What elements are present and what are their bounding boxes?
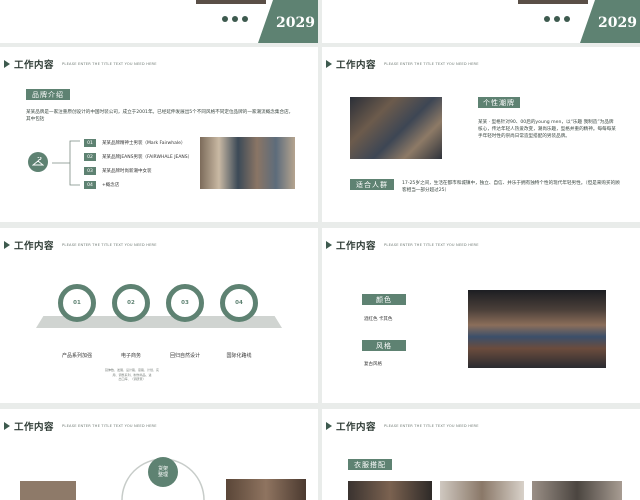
slide-title: 工作内容 (336, 241, 377, 252)
step-label: 产品系列加强 (61, 353, 92, 359)
shop-interior-photo (468, 290, 606, 368)
slide-thumb-top-left[interactable]: 2029 (0, 0, 318, 43)
step-note: 延伸数、发展、设计路、思路、计划、实 用、调整系列、制作商品、进 出口库、（调研… (104, 368, 159, 381)
target-audience-tag: 适合人群 (350, 179, 394, 190)
dots-decoration (544, 16, 570, 22)
color-value: 酒红色 卡其色 (364, 317, 393, 322)
slide-header: 工作内容 PLEASE ENTER THE TITLE TEXT YOU NEE… (326, 238, 479, 252)
slide-header: 工作内容 PLEASE ENTER THE TITLE TEXT YOU NEE… (326, 419, 479, 433)
slide-header: 工作内容 PLEASE ENTER THE TITLE TEXT YOU NEE… (4, 419, 157, 433)
slide-title: 工作内容 (336, 422, 377, 433)
outfits-tag: 衣服搭配 (348, 459, 392, 470)
step-label: 回归自然设计 (169, 353, 200, 359)
slide-thumb-color-style[interactable]: 工作内容 PLEASE ENTER THE TITLE TEXT YOU NEE… (322, 228, 640, 403)
photo-strip (196, 0, 266, 4)
brand-intro-tag: 品牌介绍 (26, 89, 70, 100)
store-photo (200, 137, 295, 189)
target-audience-paragraph: 17-25岁之间，生活在都市和城镇中，独立、自信、并乐于拥有独特个性的现代年轻男… (402, 181, 620, 194)
slide-thumb-brand-intro[interactable]: 工作内容 PLEASE ENTER THE TITLE TEXT YOU NEE… (0, 47, 318, 222)
slide-title: 工作内容 (14, 241, 55, 252)
step-circle: 04 (220, 284, 258, 322)
bracket-connector (52, 140, 80, 186)
color-tag: 颜色 (362, 294, 406, 305)
step-label: 国际化路线 (226, 353, 252, 359)
slide-subtitle: PLEASE ENTER THE TITLE TEXT YOU NEED HER… (384, 243, 479, 247)
slide-thumbnail-grid: 2029 2029 工作内容 PLEASE ENTER THE TITLE TE… (0, 0, 640, 500)
trendy-brand-paragraph: 某某 · 型格针对90、00后的young men，以“乐趣 我制造”为品牌核心… (478, 120, 616, 140)
step-circle: 01 (58, 284, 96, 322)
slide-subtitle: PLEASE ENTER THE TITLE TEXT YOU NEED HER… (384, 424, 479, 428)
slide-subtitle: PLEASE ENTER THE TITLE TEXT YOU NEED HER… (62, 62, 157, 66)
step-circle: 02 (112, 284, 150, 322)
photo-strip (518, 0, 588, 4)
brand-item: 某某品牌时尚新潮中女装 (102, 169, 152, 174)
slide-thumb-outfits[interactable]: 工作内容 PLEASE ENTER THE TITLE TEXT YOU NEE… (322, 409, 640, 500)
slide-subtitle: PLEASE ENTER THE TITLE TEXT YOU NEED HER… (62, 243, 157, 247)
item-number: 01 (84, 139, 96, 147)
slide-header: 工作内容 PLEASE ENTER THE TITLE TEXT YOU NEE… (4, 238, 157, 252)
item-number: 04 (84, 181, 96, 189)
slide-title: 工作内容 (336, 60, 377, 71)
shelf-photo-left (20, 481, 76, 500)
step-label: 电子商务 (120, 353, 141, 359)
triangle-icon (326, 422, 332, 430)
slide-subtitle: PLEASE ENTER THE TITLE TEXT YOU NEED HER… (62, 424, 157, 428)
dots-decoration (222, 16, 248, 22)
brand-item: 某某品牌精神士男装（Mark Fairwhale） (102, 141, 186, 146)
brand-item: +概念店 (102, 183, 120, 188)
slide-thumb-top-right[interactable]: 2029 (322, 0, 640, 43)
triangle-icon (4, 60, 10, 68)
slide-thumb-directions[interactable]: 工作内容 PLEASE ENTER THE TITLE TEXT YOU NEE… (0, 228, 318, 403)
style-value: 复古风格 (364, 362, 382, 367)
slide-header: 工作内容 PLEASE ENTER THE TITLE TEXT YOU NEE… (326, 57, 479, 71)
slide-header: 工作内容 PLEASE ENTER THE TITLE TEXT YOU NEE… (4, 57, 157, 71)
shelf-badge: 货架 整理 (148, 457, 178, 487)
triangle-icon (4, 241, 10, 249)
slide-thumb-shelf[interactable]: 工作内容 PLEASE ENTER THE TITLE TEXT YOU NEE… (0, 409, 318, 500)
slide-thumb-trendy-brand[interactable]: 工作内容 PLEASE ENTER THE TITLE TEXT YOU NEE… (322, 47, 640, 222)
triangle-icon (326, 241, 332, 249)
triangle-icon (326, 60, 332, 68)
step-circle: 03 (166, 284, 204, 322)
item-number: 03 (84, 167, 96, 175)
brand-intro-paragraph: 某某品牌是一家注重原创设计的中国时装公司，成立于2001年。已经延伸发展出5个不… (26, 110, 294, 123)
item-number: 02 (84, 153, 96, 161)
trendy-brand-tag: 个性潮牌 (478, 97, 520, 108)
year-text: 2029 (276, 15, 315, 31)
shelf-photo-right (226, 479, 306, 500)
hanger-icon (28, 152, 48, 172)
storefront-photo (350, 97, 442, 159)
outfit-photo-1 (348, 481, 432, 500)
brand-item: 某某品牌JEANS男装（FAIRWHALE JEANS） (102, 155, 193, 160)
triangle-icon (4, 422, 10, 430)
slide-title: 工作内容 (14, 60, 55, 71)
outfit-photo-3 (532, 481, 622, 500)
year-text: 2029 (598, 15, 637, 31)
slide-subtitle: PLEASE ENTER THE TITLE TEXT YOU NEED HER… (384, 62, 479, 66)
outfit-photo-2 (440, 481, 524, 500)
slide-title: 工作内容 (14, 422, 55, 433)
style-tag: 风格 (362, 340, 406, 351)
